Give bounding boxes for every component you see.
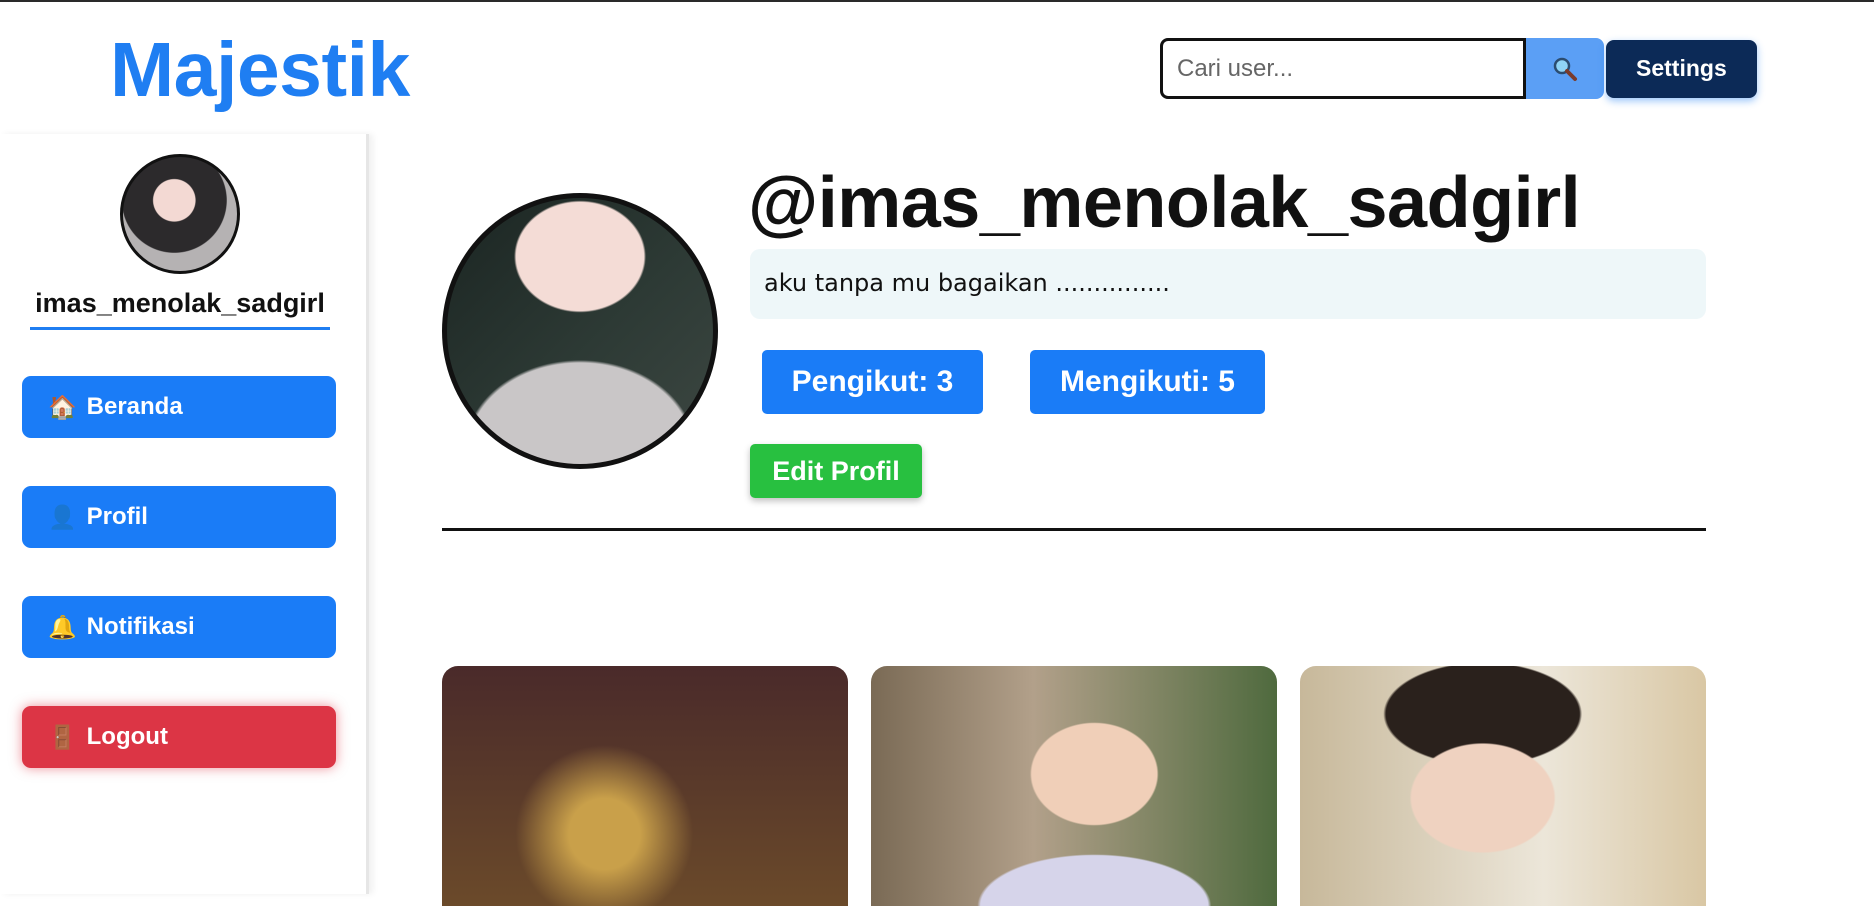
sidebar-item-beranda[interactable]: 🏠 Beranda	[22, 376, 336, 438]
app-logo[interactable]: Majestik	[110, 26, 410, 115]
post-thumbnail[interactable]	[442, 666, 848, 906]
bell-icon: 🔔	[48, 613, 77, 640]
user-icon: 👤	[48, 503, 77, 530]
home-icon: 🏠	[48, 393, 77, 420]
profile-bio: aku tanpa mu bagaikan ...............	[750, 249, 1706, 319]
post-thumbnail[interactable]	[871, 666, 1277, 906]
sidebar-username: imas_menolak_sadgirl	[30, 288, 330, 330]
door-icon: 🚪	[48, 723, 77, 750]
sidebar-item-notifikasi[interactable]: 🔔 Notifikasi	[22, 596, 336, 658]
post-thumbnail[interactable]	[1300, 666, 1706, 906]
sidebar-item-label: Profil	[86, 503, 148, 530]
following-button[interactable]: Mengikuti: 5	[1030, 350, 1265, 414]
sidebar-avatar[interactable]	[120, 154, 240, 274]
magnifier-icon	[1553, 57, 1577, 81]
sidebar: imas_menolak_sadgirl 🏠 Beranda 👤 Profil …	[0, 134, 369, 894]
edit-profile-button[interactable]: Edit Profil	[750, 444, 922, 498]
sidebar-item-label: Notifikasi	[86, 613, 195, 640]
sidebar-item-profil[interactable]: 👤 Profil	[22, 486, 336, 548]
settings-button[interactable]: Settings	[1606, 39, 1757, 98]
search-bar: Settings	[1160, 38, 1757, 99]
profile-avatar[interactable]	[442, 193, 718, 469]
search-button[interactable]	[1526, 38, 1604, 99]
divider	[442, 528, 1706, 531]
profile-handle: @imas_menolak_sadgirl	[748, 163, 1581, 243]
sidebar-item-label: Beranda	[86, 393, 183, 420]
sidebar-item-label: Logout	[86, 723, 168, 750]
followers-button[interactable]: Pengikut: 3	[762, 350, 983, 414]
search-input[interactable]	[1160, 38, 1526, 99]
logout-button[interactable]: 🚪 Logout	[22, 706, 336, 768]
